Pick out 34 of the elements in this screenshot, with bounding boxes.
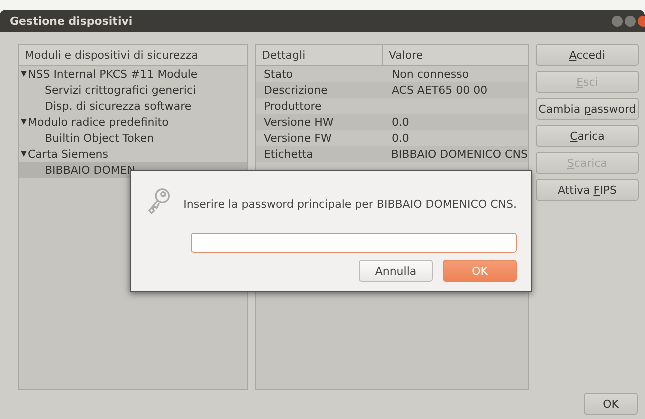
column-header[interactable]: Dettagli	[256, 45, 383, 65]
action-button[interactable]: Accedi	[536, 44, 639, 66]
table-cell-text: ACS AET65 00 00	[390, 84, 489, 96]
ok-button[interactable]: OK	[584, 393, 638, 415]
action-button[interactable]: Cambia password	[536, 98, 639, 120]
table-cell-text: 0.0	[390, 116, 410, 128]
column-header[interactable]: Moduli e dispositivi di sicurezza	[19, 45, 247, 65]
expanded-triangle-icon[interactable]	[21, 119, 27, 125]
column-header[interactable]: Valore	[382, 45, 528, 65]
table-cell-text: Versione FW	[262, 132, 333, 144]
expanded-triangle-icon[interactable]	[21, 151, 27, 157]
expanded-triangle-icon[interactable]	[21, 71, 27, 77]
table-cell-text: Versione HW	[262, 116, 335, 128]
table-cell-text: Etichetta	[262, 148, 314, 160]
table-cell-text: Descrizione	[262, 84, 329, 96]
window-title: Gestione dispositivi	[10, 14, 133, 28]
tree-item[interactable]: NSS Internal PKCS #11 Module	[19, 66, 247, 82]
maximize-icon[interactable]	[625, 16, 636, 26]
table-cell-text: BIBBAIO DOMENICO CNS	[390, 148, 528, 160]
action-button[interactable]: Carica	[536, 125, 639, 147]
tree-item[interactable]: Modulo radice predefinito	[19, 114, 247, 130]
table-cell-text: 0.0	[390, 132, 410, 144]
tree-item[interactable]: Disp. di sicurezza software	[19, 98, 247, 114]
table-cell-text: Non connesso	[390, 68, 470, 80]
cancel-button[interactable]: Annulla	[359, 260, 433, 282]
tree-item[interactable]: Servizi crittografici generici	[19, 82, 247, 98]
action-button[interactable]: Attiva FIPS	[536, 179, 639, 201]
table-cell-text: Stato	[262, 68, 294, 80]
password-field[interactable]	[191, 233, 517, 253]
tree-item[interactable]: Carta Siemens	[19, 146, 247, 162]
table-cell-text: Produttore	[262, 100, 323, 112]
prompt-text: Inserire la password principale per BIBBAIO DOMENICO CNS.	[184, 198, 517, 210]
tree-item[interactable]: Builtin Object Token	[19, 130, 247, 146]
minimize-icon[interactable]	[612, 16, 623, 26]
